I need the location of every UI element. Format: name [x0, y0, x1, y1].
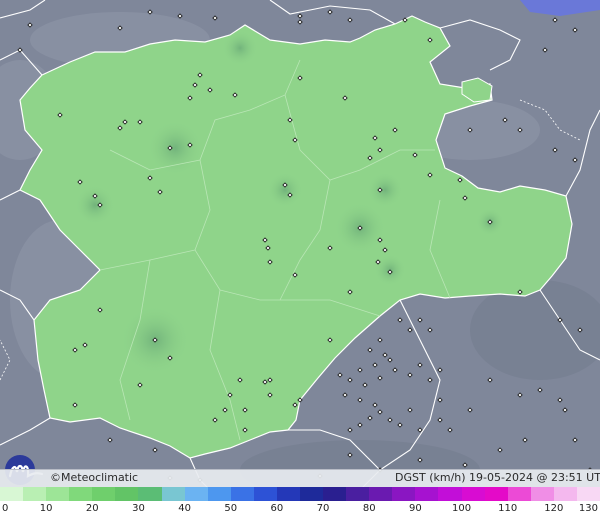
scale-color-step: [346, 487, 370, 501]
scale-tick-label: 100: [451, 503, 472, 514]
scale-ticks: 0 10 20 30 40 50 60 70 80 90 100 110 120 130: [0, 501, 600, 521]
scale-tick-label: 0: [2, 503, 9, 514]
scale-color-step: [23, 487, 47, 501]
scale-color-step: [369, 487, 393, 501]
regional-map[interactable]: [0, 0, 600, 521]
scale-color-step: [484, 487, 508, 501]
scale-color-step: [530, 487, 554, 501]
brand-credit: ©Meteoclimatic: [50, 471, 139, 484]
gust-zone: [75, 185, 115, 225]
scale-color-step: [46, 487, 70, 501]
scale-color-step: [300, 487, 324, 501]
scale-color-step: [184, 487, 208, 501]
scale-color-step: [207, 487, 231, 501]
map-view[interactable]: ©Meteoclimatic DGST (km/h) 19-05-2024 @ …: [0, 0, 600, 521]
scale-tick-label: 50: [224, 503, 238, 514]
scale-tick-label: 130: [578, 503, 598, 514]
scale-color-step: [115, 487, 139, 501]
scale-tick-label: 70: [316, 503, 330, 514]
scale-tick-label: 10: [39, 503, 53, 514]
color-scale: 0 10 20 30 40 50 60 70 80 90 100 110 120 130: [0, 487, 600, 521]
timestamp-label: 19-05-2024 @ 23:51 UTC: [469, 471, 600, 484]
scale-tick-label: 40: [178, 503, 191, 514]
scale-color-step: [0, 487, 24, 501]
scale-tick-label: 60: [270, 503, 284, 514]
scale-color-step: [553, 487, 577, 501]
scale-color-step: [69, 487, 93, 501]
scale-color-step: [507, 487, 531, 501]
scale-tick-label: 80: [362, 503, 376, 514]
scale-color-step: [276, 487, 301, 501]
scale-color-step: [323, 487, 347, 501]
scale-tick-label: 90: [409, 503, 422, 514]
gust-zone: [147, 120, 203, 176]
scale-color-step: [230, 487, 254, 501]
scale-color-step: [92, 487, 116, 501]
scale-tick-label: 110: [498, 503, 518, 514]
scale-gradient: [0, 487, 600, 501]
gust-zone: [222, 30, 258, 66]
scale-color-step: [161, 487, 185, 501]
parameter-label: DGST (km/h): [395, 471, 466, 484]
scale-color-step: [392, 487, 416, 501]
scale-color-step: [576, 487, 600, 501]
info-bar: ©Meteoclimatic DGST (km/h) 19-05-2024 @ …: [0, 469, 600, 487]
scale-color-step: [461, 487, 485, 501]
parameter-timestamp: DGST (km/h) 19-05-2024 @ 23:51 UTC: [395, 471, 600, 484]
scale-color-step: [138, 487, 162, 501]
scale-tick-label: 120: [544, 503, 564, 514]
gust-zone: [267, 172, 303, 208]
scale-color-step: [415, 487, 439, 501]
scale-tick-label: 20: [85, 503, 99, 514]
scale-tick-label: 30: [132, 503, 145, 514]
gust-zone: [367, 172, 403, 208]
scale-color-step: [253, 487, 277, 501]
scale-color-step: [438, 487, 462, 501]
